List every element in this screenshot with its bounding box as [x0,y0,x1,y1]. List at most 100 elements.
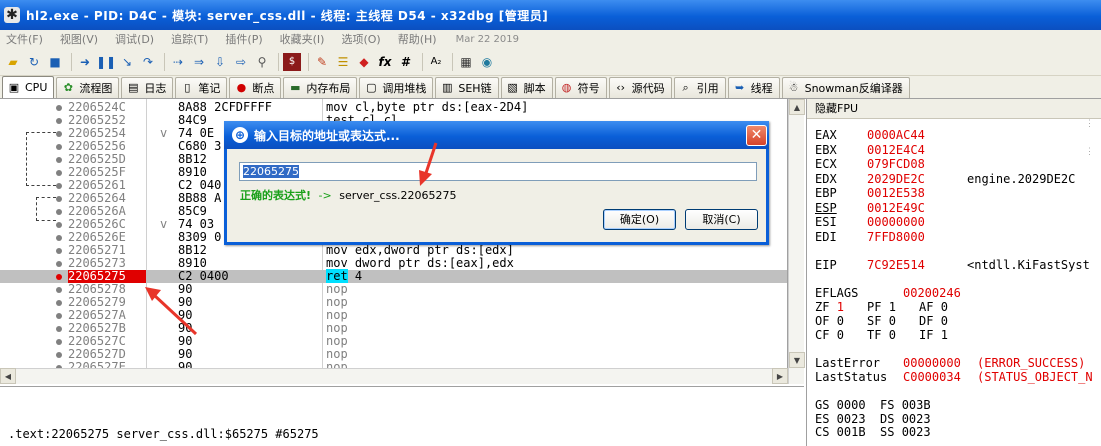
breakpoint-dot[interactable] [56,105,62,111]
restart-icon[interactable]: ↻ [25,53,43,71]
breakpoint-dot[interactable] [56,274,62,280]
scroll-right-icon[interactable]: ▶ [772,368,788,384]
breakpoint-dot[interactable] [56,118,62,124]
breakpoint-dot[interactable] [56,313,62,319]
breakpoint-dot[interactable] [56,144,62,150]
breakpoint-dot[interactable] [56,196,62,202]
tab-source[interactable]: ‹› 源代码 [608,77,672,98]
flag-name: OF [815,314,830,328]
breakpoint-dot[interactable] [56,131,62,137]
ok-button[interactable]: 确定(O) [603,209,676,230]
dialog-title-bar[interactable]: ⊕ 输入目标的地址或表达式... ✕ [224,121,769,149]
function-icon[interactable]: fx [376,53,394,71]
tab-memory-map[interactable]: ▬ 内存布局 [283,77,358,98]
register-row[interactable]: ESI 00000000 [815,215,967,229]
disassembly-vertical-scrollbar[interactable]: ▲ ▼ [788,99,805,384]
tab-breakpoints[interactable]: ● 断点 [229,77,282,98]
hash-icon[interactable]: # [397,53,415,71]
register-row[interactable]: EBX 0012E4C4 [815,143,967,157]
registers-pane[interactable]: 隐藏FPU ⋮ ⋮ EAX 0000AC44 EBX 0012E4C4 ECX 079FC… [806,99,1101,446]
menu-help[interactable]: 帮助(H) [398,31,437,47]
register-row[interactable]: EAX 0000AC44 [815,128,967,142]
cpu-icon: ▣ [8,80,20,94]
register-name: EDI [815,229,837,244]
window-title-bar[interactable]: ✱ hl2.exe - PID: D4C - 模块: server_css.dl… [0,0,1101,30]
tab-snowman[interactable]: ☃ Snowman反编译器 [781,77,910,98]
tab-cpu[interactable]: ▣ CPU [2,76,55,98]
script-icon[interactable]: $ [283,52,301,71]
run-to-user-code-icon[interactable]: ⇨ [232,53,250,71]
register-row[interactable]: ESP 0012E49C [815,201,967,215]
status-arrow: -> [318,189,332,202]
register-row[interactable]: EBP 0012E538 [815,186,967,200]
tab-symbols[interactable]: ◍ 符号 [554,77,607,98]
scroll-down-icon[interactable]: ▼ [789,352,805,368]
trace-over-icon[interactable]: ⇒ [190,53,208,71]
breakpoint-dot[interactable] [56,222,62,228]
breakpoint-dot[interactable] [56,261,62,267]
tab-script[interactable]: ▧ 脚本 [500,77,553,98]
user-icon[interactable]: ⚲ [253,53,271,71]
register-row[interactable]: CS 001B SS 0023 [815,425,931,439]
run-icon[interactable]: ➜ [76,53,94,71]
tab-notes[interactable]: ▯ 笔记 [175,77,228,98]
breakpoint-dot[interactable] [56,300,62,306]
trace-into-icon[interactable]: ⇢ [169,53,187,71]
close-icon[interactable]: ✕ [746,125,767,146]
menu-file[interactable]: 文件(F) [6,31,43,47]
menu-options[interactable]: 选项(O) [341,31,380,47]
tab-graph[interactable]: ✿ 流程图 [56,77,120,98]
menu-plugins[interactable]: 插件(P) [225,31,262,47]
open-icon[interactable]: ▰ [4,53,22,71]
bookmark-icon[interactable]: ◆ [355,53,373,71]
register-row[interactable]: ES 0023 DS 0023 [815,412,931,426]
register-row[interactable]: ECX 079FCD08 [815,157,967,171]
register-row[interactable]: EFLAGS 00200246 [815,286,1003,300]
breakpoint-dot[interactable] [56,326,62,332]
register-row[interactable]: LastStatus C0000034 (STATUS_OBJECT_N [815,370,1093,384]
breakpoint-dot[interactable] [56,352,62,358]
breakpoint-dot[interactable] [56,287,62,293]
hide-fpu-toggle[interactable]: 隐藏FPU [807,99,1101,119]
breakpoint-dot[interactable] [56,157,62,163]
scroll-up-icon[interactable]: ▲ [789,99,805,115]
stop-icon[interactable]: ■ [46,53,64,71]
register-row[interactable]: EDI 7FFD8000 [815,230,967,244]
menu-trace[interactable]: 追踪(T) [171,31,208,47]
tab-threads[interactable]: ➥ 线程 [727,77,780,98]
cancel-button[interactable]: 取消(C) [685,209,758,230]
patch-icon[interactable]: ✎ [313,53,331,71]
register-row[interactable]: ZF 1 PF 1 AF 0 [815,300,971,314]
register-row[interactable]: CF 0 TF 0 IF 1 [815,328,971,342]
font-icon[interactable]: A₂ [427,53,445,71]
menu-debug[interactable]: 调试(D) [115,31,154,47]
tab-log[interactable]: ▤ 日志 [121,77,174,98]
step-into-icon[interactable]: ↘ [118,53,136,71]
breakpoint-dot[interactable] [56,235,62,241]
step-over-icon[interactable]: ↷ [139,53,157,71]
execute-till-return-icon[interactable]: ⇩ [211,53,229,71]
register-row[interactable]: LastError 00000000 (ERROR_SUCCESS) [815,356,1085,370]
comment-icon[interactable]: ☰ [334,53,352,71]
register-row[interactable]: GS 0000 FS 003B [815,398,931,412]
menu-favourites[interactable]: 收藏夹(I) [280,31,325,47]
breakpoint-dot[interactable] [56,248,62,254]
tab-references[interactable]: ⌕ 引用 [673,77,726,98]
breakpoint-dot[interactable] [56,170,62,176]
pause-icon[interactable]: ❚❚ [96,53,116,71]
menu-view[interactable]: 视图(V) [60,31,98,47]
tab-call-stack[interactable]: ▢ 调用堆栈 [359,77,434,98]
breakpoint-dot[interactable] [56,183,62,189]
tab-seh[interactable]: ▥ SEH链 [435,77,499,98]
register-row[interactable]: EDX 2029DE2C engine.2029DE2C [815,172,1075,186]
register-row[interactable]: EIP 7C92E514 <ntdll.KiFastSyst [815,258,1090,272]
register-row[interactable]: OF 0 SF 0 DF 0 [815,314,971,328]
scroll-left-icon[interactable]: ◀ [0,368,16,384]
disassembly-horizontal-scrollbar[interactable]: ◀ ▶ [0,368,788,384]
breakpoint-dot[interactable] [56,209,62,215]
calculator-icon[interactable]: ▦ [457,53,475,71]
expression-status: 正确的表达式! -> server_css.22065275 [240,187,457,203]
globe-icon[interactable]: ◉ [478,53,496,71]
breakpoint-dot[interactable] [56,339,62,345]
expression-input[interactable]: 22065275 [239,162,757,181]
